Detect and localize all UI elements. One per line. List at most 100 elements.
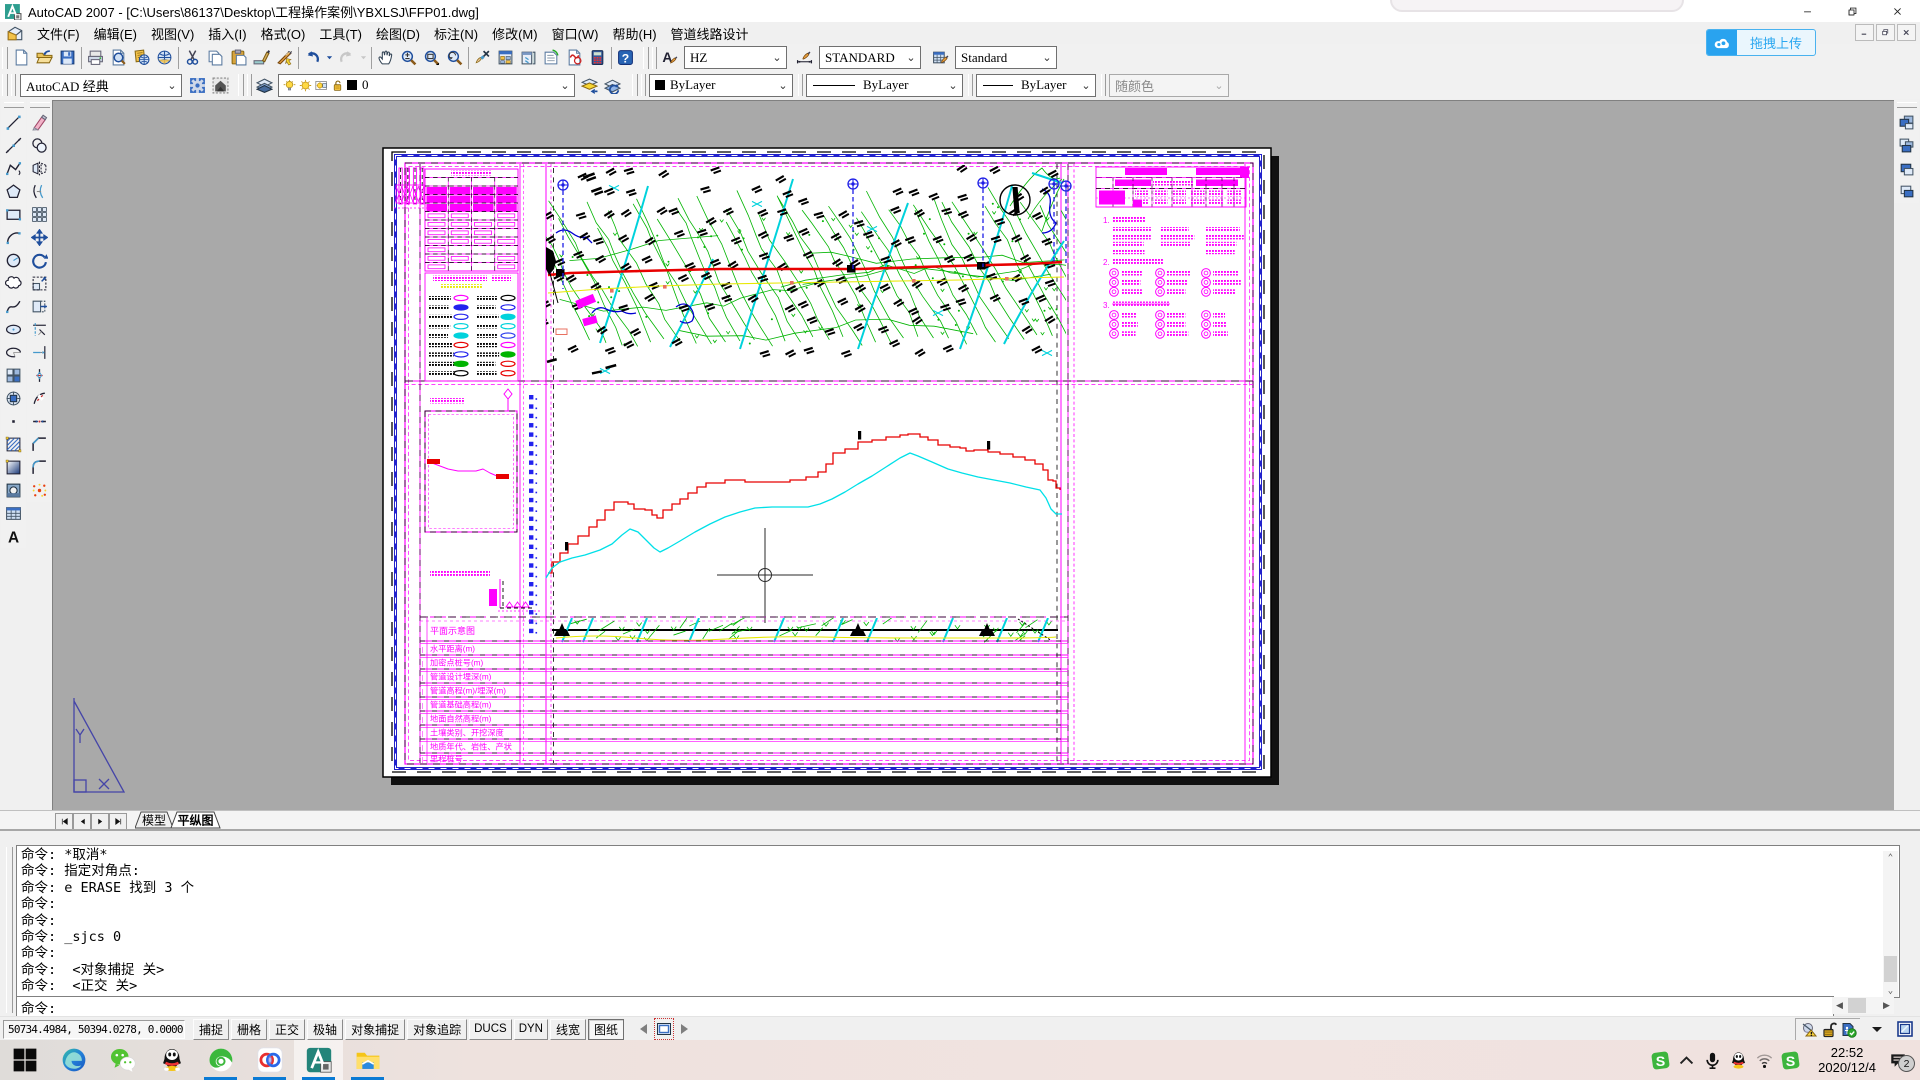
status-toggle-DYN[interactable]: DYN (514, 1019, 548, 1040)
chevron-up-icon[interactable] (1677, 1051, 1696, 1070)
layout-tab-模型[interactable]: 模型 (135, 812, 173, 828)
plot-preview-button[interactable] (107, 46, 130, 69)
dwf-button[interactable] (153, 46, 176, 69)
save-workspace-icon[interactable] (209, 74, 232, 97)
properties-button[interactable] (471, 46, 494, 69)
toolbar-grip[interactable] (632, 74, 638, 96)
copy-obj-button[interactable] (28, 134, 51, 157)
scrollbar-thumb[interactable] (1884, 956, 1897, 982)
green-s-icon[interactable]: S (1651, 1051, 1670, 1070)
point-button[interactable] (2, 410, 25, 433)
table-style-icon[interactable] (929, 46, 952, 69)
open-button[interactable] (33, 46, 56, 69)
mtext-button[interactable]: A (2, 525, 25, 548)
drawing-canvas[interactable]: 平面示意图水平距离(m)加密点桩号(m)管道设计埋深(m)管道高程(m)/埋深(… (52, 100, 1894, 811)
stretch-button[interactable] (28, 295, 51, 318)
quickcalc-button[interactable] (586, 46, 609, 69)
hatch-button[interactable] (2, 433, 25, 456)
publish-button[interactable] (130, 46, 153, 69)
layout-next-icon[interactable] (676, 1019, 694, 1039)
join-button[interactable] (28, 410, 51, 433)
toolbar-grip[interactable] (2, 74, 8, 96)
tool-palettes-button[interactable] (517, 46, 540, 69)
zoom-window-button[interactable] (420, 46, 443, 69)
undo-button[interactable] (301, 46, 324, 69)
table-button[interactable] (2, 502, 25, 525)
taskbar-netdisk[interactable] (245, 1040, 294, 1080)
break-point-button[interactable] (28, 364, 51, 387)
fillet-button[interactable] (28, 456, 51, 479)
match-props-button[interactable] (250, 46, 273, 69)
redo-button[interactable] (335, 46, 358, 69)
mdi-restore-button[interactable] (1876, 24, 1895, 41)
toolbar-grip[interactable] (652, 47, 657, 69)
menu-2[interactable]: 编辑(E) (87, 22, 144, 45)
text-style-icon[interactable]: A (658, 46, 681, 69)
taskbar-qq[interactable] (147, 1040, 196, 1080)
microphone-icon[interactable] (1703, 1051, 1722, 1070)
toolbar-grip[interactable] (11, 74, 16, 96)
draworder-under-button[interactable] (1895, 180, 1918, 203)
command-grip[interactable] (6, 847, 13, 1013)
workspace-combo[interactable]: AutoCAD 经典 ⌄ (20, 74, 182, 97)
copy-clip-button[interactable] (204, 46, 227, 69)
sheet-set-button[interactable] (540, 46, 563, 69)
menu-12[interactable]: 管道线路设计 (664, 22, 756, 45)
notification-center-button[interactable]: 2 (1878, 1040, 1918, 1080)
command-prompt[interactable]: 命令: (16, 996, 1834, 1017)
clean-screen-icon[interactable] (1896, 1019, 1914, 1039)
dim-style-combo[interactable]: STANDARD ⌄ (819, 46, 921, 69)
qnew-button[interactable] (10, 46, 33, 69)
network-icon[interactable] (1755, 1051, 1774, 1070)
tray-settings-arrow-icon[interactable] (1868, 1019, 1886, 1039)
undo-dropdown-icon[interactable] (324, 46, 335, 69)
taskbar-browser360[interactable] (196, 1040, 245, 1080)
scroll-left-icon[interactable]: ◀ (1832, 997, 1847, 1014)
command-history[interactable]: ⌃ ⌄ 命令: *取消*命令: 指定对角点:命令: e ERASE 找到 3 个… (16, 845, 1900, 998)
draworder-back-button[interactable] (1895, 134, 1918, 157)
zoom-previous-button[interactable] (443, 46, 466, 69)
status-toggle-线宽[interactable]: 线宽 (550, 1019, 586, 1040)
layout-tab-平纵图[interactable]: 平纵图 (171, 812, 220, 828)
save-button[interactable] (56, 46, 79, 69)
layout-preview-icon[interactable] (654, 1018, 674, 1040)
command-vscrollbar[interactable]: ⌃ ⌄ (1883, 851, 1898, 998)
status-toggle-极轴[interactable]: 极轴 (307, 1019, 343, 1040)
polygon-button[interactable] (2, 180, 25, 203)
menu-1[interactable]: 文件(F) (30, 22, 87, 45)
arc-button[interactable] (2, 226, 25, 249)
menu-7[interactable]: 绘图(D) (369, 22, 427, 45)
make-block-button[interactable] (2, 387, 25, 410)
xline-button[interactable] (2, 134, 25, 157)
start-button[interactable] (0, 1040, 49, 1080)
extend-button[interactable] (28, 341, 51, 364)
scrollbar-thumb[interactable] (1848, 998, 1866, 1013)
status-toggle-捕捉[interactable]: 捕捉 (193, 1019, 229, 1040)
zoom-realtime-button[interactable] (397, 46, 420, 69)
comm-center-warning-icon[interactable] (1800, 1020, 1818, 1040)
scale-button[interactable] (28, 272, 51, 295)
taskbar-clock[interactable]: 22:52 2020/12/4 (1818, 1040, 1876, 1080)
menu-5[interactable]: 格式(O) (254, 22, 313, 45)
insert-block-button[interactable] (2, 364, 25, 387)
trim-button[interactable] (28, 318, 51, 341)
taskbar-wechat[interactable] (98, 1040, 147, 1080)
menu-10[interactable]: 窗口(W) (545, 22, 606, 45)
text-style-combo[interactable]: HZ ⌄ (684, 46, 787, 69)
status-toggle-图纸[interactable]: 图纸 (588, 1019, 624, 1040)
plot-button[interactable] (84, 46, 107, 69)
toolbar-grip[interactable] (1897, 102, 1917, 108)
menu-8[interactable]: 标注(N) (427, 22, 485, 45)
explode-button[interactable] (28, 479, 51, 502)
scroll-up-icon[interactable]: ⌃ (1883, 851, 1898, 866)
scroll-right-icon[interactable]: ▶ (1879, 997, 1894, 1014)
taskbar-edge[interactable] (49, 1040, 98, 1080)
layer-combo[interactable]: 0 ⌄ (278, 74, 575, 97)
qq-small-icon[interactable] (1729, 1051, 1748, 1070)
status-toggle-DUCS[interactable]: DUCS (469, 1019, 512, 1040)
status-toggle-对象追踪[interactable]: 对象追踪 (407, 1019, 467, 1040)
window-maximize-button[interactable] (1830, 0, 1875, 22)
circle-button[interactable] (2, 249, 25, 272)
rectangle-button[interactable] (2, 203, 25, 226)
toolbar-grip[interactable] (30, 102, 50, 108)
